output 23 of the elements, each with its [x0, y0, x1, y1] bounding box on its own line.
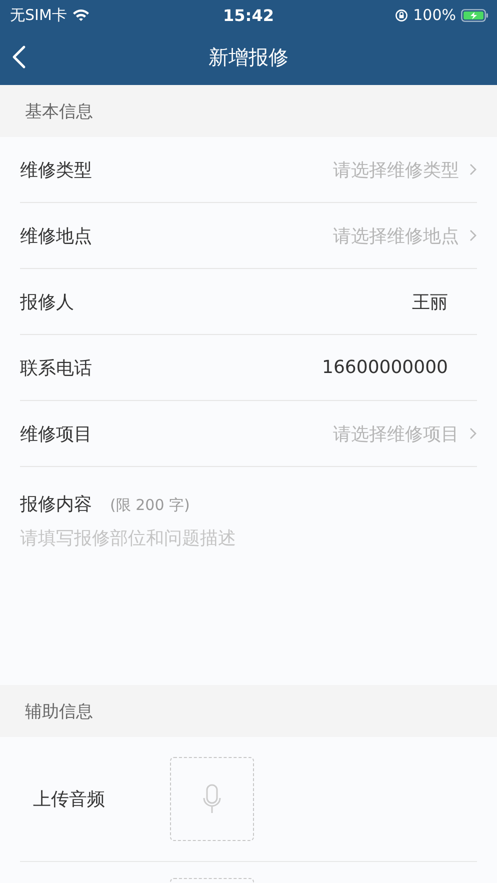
select-row[interactable]: 维修类型 请选择维修类型 — [20, 137, 477, 203]
field-label: 报修内容 — [20, 493, 92, 516]
page-title: 新增报修 — [208, 44, 288, 71]
carrier-label: 无SIM卡 — [10, 6, 67, 24]
select-row[interactable]: 维修地点 请选择维修地点 — [20, 203, 477, 269]
microphone-icon — [202, 784, 222, 814]
clock: 15:42 — [223, 6, 274, 24]
description-field[interactable]: 请填写报修部位和问题描述 — [20, 526, 477, 675]
back-icon[interactable] — [12, 45, 26, 69]
battery-percent: 100% — [413, 6, 456, 24]
limit-hint: (限 200 字) — [110, 496, 190, 515]
rotation-lock-icon — [395, 8, 408, 22]
chevron-icon — [469, 163, 477, 176]
field-row: 报修人 王丽 — [20, 269, 477, 335]
battery-icon — [461, 8, 489, 22]
section-title: 辅助信息 — [25, 700, 93, 722]
wifi-icon — [72, 8, 90, 22]
upload-label: 上传音频 — [33, 788, 106, 811]
chevron-icon — [469, 427, 477, 440]
section-title: 基本信息 — [25, 100, 93, 122]
select-row[interactable]: 维修项目 请选择维修项目 — [20, 401, 477, 467]
field-row: 联系电话 16600000000 — [20, 335, 477, 401]
chevron-icon — [469, 229, 477, 242]
